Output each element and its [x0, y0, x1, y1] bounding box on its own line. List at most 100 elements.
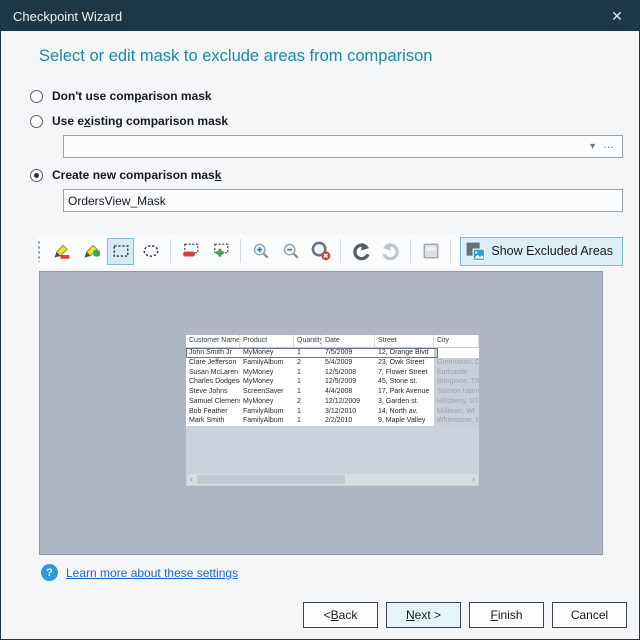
show-excluded-areas-toggle[interactable]: Show Excluded Areas — [460, 237, 623, 266]
table-row: Susan McLarenMyMoney112/5/20087, Flower … — [186, 368, 479, 378]
table-cell: 2 — [294, 397, 322, 407]
zoom-out-button[interactable] — [277, 238, 304, 265]
column-header: City — [434, 335, 479, 347]
table-cell: MyMoney — [240, 368, 294, 378]
exclude-marker-button[interactable] — [47, 238, 74, 265]
horizontal-scrollbar[interactable]: ‹ › — [187, 474, 478, 485]
table-row: Samuel ClemensMyMoney212/12/20093, Garde… — [186, 397, 479, 407]
window-title: Checkpoint Wizard — [13, 9, 122, 24]
table-cell: 1 — [294, 387, 322, 397]
table-cell: 23, Owk Street — [375, 358, 434, 368]
table-cell: 14, North av. — [375, 407, 434, 417]
radio-circle[interactable] — [30, 90, 43, 103]
table-cell: FamilyAlbum — [240, 416, 294, 426]
captured-screenshot[interactable]: Customer NameProductQuantityDateStreetCi… — [186, 335, 479, 486]
toolbar-separator — [410, 239, 411, 263]
table-cell: Susan McLaren — [186, 368, 240, 378]
zoom-out-icon — [282, 242, 300, 260]
existing-mask-combobox[interactable]: ▾ … — [63, 135, 623, 158]
close-icon[interactable]: ✕ — [595, 1, 639, 31]
table-cell: 5/4/2009 — [322, 358, 375, 368]
undo-button[interactable] — [347, 238, 374, 265]
next-button[interactable]: Next > — [386, 602, 461, 628]
table-cell: 2/2/2010 — [322, 416, 375, 426]
show-excluded-areas-label: Show Excluded Areas — [491, 244, 613, 258]
scroll-right-icon[interactable]: › — [469, 474, 478, 485]
table-cell: 1 — [294, 368, 322, 378]
radio-existing-mask-label: Use existing comparison mask — [52, 114, 228, 128]
table-cell: Bob Feather — [186, 407, 240, 417]
radio-existing-mask[interactable]: Use existing comparison mask — [30, 114, 228, 128]
help-row: ? Learn more about these settings — [41, 564, 238, 581]
toolbar-separator — [240, 239, 241, 263]
table-cell: Hillsberry, UT — [434, 397, 479, 407]
checkpoint-wizard-dialog: Checkpoint Wizard ✕ Select or edit mask … — [0, 0, 640, 640]
table-cell: MyMoney — [240, 348, 294, 358]
table-cell: 4/4/2008 — [322, 387, 375, 397]
table-cell: 12/5/2009 — [322, 377, 375, 387]
ellipse-selection-icon — [142, 242, 160, 260]
table-cell: MyMoney — [240, 397, 294, 407]
table-cell: Samuel Clemens — [186, 397, 240, 407]
help-icon[interactable]: ? — [41, 564, 58, 581]
excluded-area-overlay: ‹ › — [186, 426, 479, 486]
table-row: Steve JohnsScreenSaver14/4/200817, Park … — [186, 387, 479, 397]
zoom-in-icon — [252, 242, 270, 260]
mask-color-button[interactable] — [417, 238, 444, 265]
mask-editor-toolbar: Show Excluded Areas — [37, 235, 623, 267]
exclude-area-button[interactable] — [177, 238, 204, 265]
rect-selection-button[interactable] — [107, 238, 134, 265]
include-marker-icon — [82, 242, 100, 260]
table-cell: 12/5/2008 — [322, 368, 375, 378]
column-header: Date — [322, 335, 375, 347]
radio-create-mask[interactable]: Create new comparison mask — [30, 168, 221, 182]
table-cell: 1 — [294, 416, 322, 426]
titlebar: Checkpoint Wizard ✕ — [1, 1, 639, 31]
cancel-button[interactable]: Cancel — [552, 602, 627, 628]
table-cell: 1 — [294, 377, 322, 387]
radio-create-mask-label: Create new comparison mask — [52, 168, 221, 182]
mask-preview-canvas[interactable]: Customer NameProductQuantityDateStreetCi… — [39, 271, 603, 555]
table-row: John Smith JrMyMoney17/5/200912, Orange … — [186, 348, 438, 358]
table-cell: 9, Maple Valley — [375, 416, 434, 426]
mask-color-swatch-icon — [422, 242, 440, 260]
table-cell: 7/5/2009 — [322, 348, 375, 358]
table-cell: MyMoney — [240, 377, 294, 387]
exclude-area-icon — [182, 242, 200, 260]
table-cell: Milltown, WI — [434, 407, 479, 417]
rect-selection-icon — [112, 242, 130, 260]
include-area-icon — [212, 242, 230, 260]
orders-table-rows: John Smith JrMyMoney17/5/200912, Orange … — [186, 348, 479, 426]
table-cell: Greentown, CA — [434, 358, 479, 368]
chevron-down-icon[interactable]: ▾ — [584, 141, 601, 152]
table-cell: John Smith Jr — [186, 348, 240, 358]
radio-no-mask[interactable]: Don't use comparison mask — [30, 89, 212, 103]
redo-button[interactable] — [377, 238, 404, 265]
radio-circle-selected[interactable] — [30, 169, 43, 182]
mask-name-input[interactable] — [63, 189, 623, 212]
table-cell: Charles Dodgeson — [186, 377, 240, 387]
table-cell: Steve Johns — [186, 387, 240, 397]
zoom-in-button[interactable] — [247, 238, 274, 265]
redo-icon — [381, 241, 401, 261]
scroll-left-icon[interactable]: ‹ — [187, 474, 196, 485]
back-button[interactable]: < Back — [303, 602, 378, 628]
table-cell: 3/12/2010 — [322, 407, 375, 417]
column-header: Quantity — [294, 335, 322, 347]
table-row: Clare JeffersonFamilyAlbum25/4/200923, O… — [186, 358, 479, 368]
table-cell: FamilyAlbum — [240, 407, 294, 417]
ellipse-selection-button[interactable] — [137, 238, 164, 265]
toolbar-grip-handle[interactable] — [37, 240, 42, 262]
scrollbar-thumb[interactable] — [197, 475, 345, 484]
table-cell: 17, Park Avenue — [375, 387, 434, 397]
zoom-reset-button[interactable] — [307, 238, 334, 265]
include-area-button[interactable] — [207, 238, 234, 265]
radio-circle[interactable] — [30, 115, 43, 128]
include-marker-button[interactable] — [77, 238, 104, 265]
orders-table-header: Customer NameProductQuantityDateStreetCi… — [186, 335, 479, 348]
table-cell: 12, Orange Blvd — [375, 348, 434, 358]
learn-more-link[interactable]: Learn more about these settings — [66, 566, 238, 580]
toolbar-separator — [340, 239, 341, 263]
finish-button[interactable]: Finish — [469, 602, 544, 628]
browse-ellipsis-icon[interactable]: … — [601, 139, 622, 155]
